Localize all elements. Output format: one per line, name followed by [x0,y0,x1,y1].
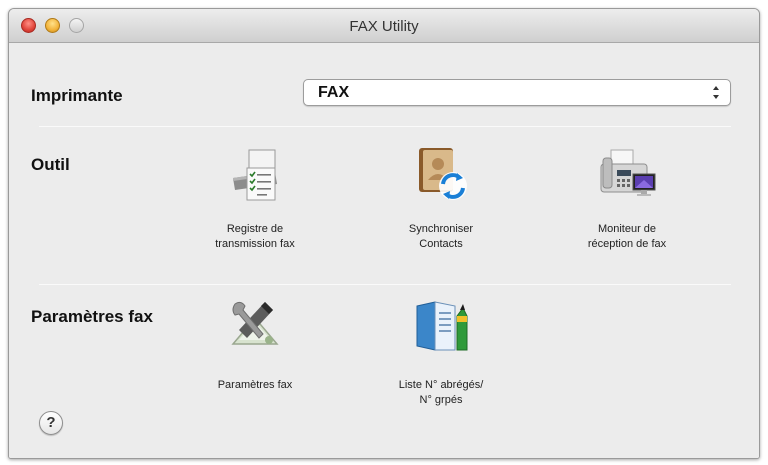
separator [39,126,731,127]
printer-label: Imprimante [31,86,123,105]
speed-dial-list-label: Liste N° abrégés/ N° grpés [398,379,484,406]
transmission-log-icon [233,149,277,201]
speed-dial-list-button[interactable]: Liste N° abrégés/ N° grpés [371,296,511,416]
help-button[interactable]: ? [39,411,63,435]
window-title: FAX Utility [349,18,419,35]
fax-receive-monitor-icon [600,149,656,196]
fax-settings-tools-icon [231,301,279,345]
updown-arrows-icon [713,86,719,99]
fax-settings-section-label: Paramètres fax [31,307,153,326]
fax-receive-monitor-label: Moniteur de réception de fax [587,223,667,250]
fax-utility-window: FAX Utility Imprimante FAX Outil Registr… [8,8,760,459]
transmission-log-button[interactable]: Registre de transmission fax [185,144,325,264]
speed-dial-list-icon [416,301,468,351]
tools-section-label: Outil [31,155,70,174]
printer-select-value: FAX [318,84,350,101]
fax-receive-monitor-button[interactable]: Moniteur de réception de fax [557,144,697,264]
sync-contacts-icon [419,148,467,200]
separator [39,284,731,285]
transmission-log-label: Registre de transmission fax [215,223,295,250]
fax-settings-label: Paramètres fax [217,379,293,391]
sync-contacts-button[interactable]: Synchroniser Contacts [371,144,511,264]
sync-contacts-label: Synchroniser Contacts [408,223,474,250]
fax-settings-button[interactable]: Paramètres fax [185,296,325,416]
title-bar[interactable]: FAX Utility [9,9,759,43]
window-content: Imprimante FAX Outil Registre de transmi… [9,44,759,458]
printer-select[interactable]: FAX [303,79,731,106]
